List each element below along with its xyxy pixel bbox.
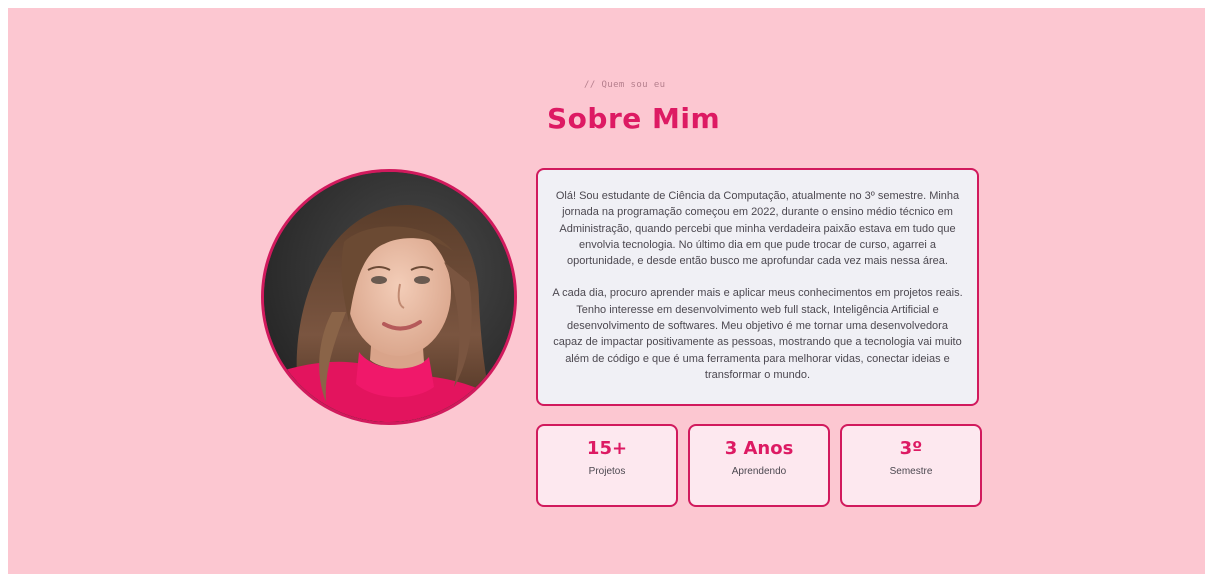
profile-photo <box>261 169 517 425</box>
stat-label: Projetos <box>588 466 626 477</box>
stat-value: 15+ <box>586 438 628 459</box>
stat-card-projetos: 15+ Projetos <box>536 424 678 507</box>
section-eyebrow: // Quem sou eu <box>584 80 666 90</box>
bio-card: Olá! Sou estudante de Ciência da Computa… <box>536 168 979 406</box>
stat-label: Aprendendo <box>731 466 787 477</box>
stat-card-aprendendo: 3 Anos Aprendendo <box>688 424 830 507</box>
section-title: Sobre Mim <box>547 102 721 135</box>
profile-photo-image <box>264 172 514 422</box>
stats-row: 15+ Projetos 3 Anos Aprendendo 3º Semest… <box>536 424 982 507</box>
bio-paragraph-1: Olá! Sou estudante de Ciência da Computa… <box>555 190 960 268</box>
stat-card-semestre: 3º Semestre <box>840 424 982 507</box>
stat-label: Semestre <box>889 466 933 477</box>
bio-paragraph-2: A cada dia, procuro aprender mais e apli… <box>552 287 963 381</box>
about-section: // Quem sou eu Sobre Mim Olá! Sou estuda… <box>8 8 1205 574</box>
stat-value: 3 Anos <box>724 438 794 459</box>
stat-value: 3º <box>899 438 923 459</box>
